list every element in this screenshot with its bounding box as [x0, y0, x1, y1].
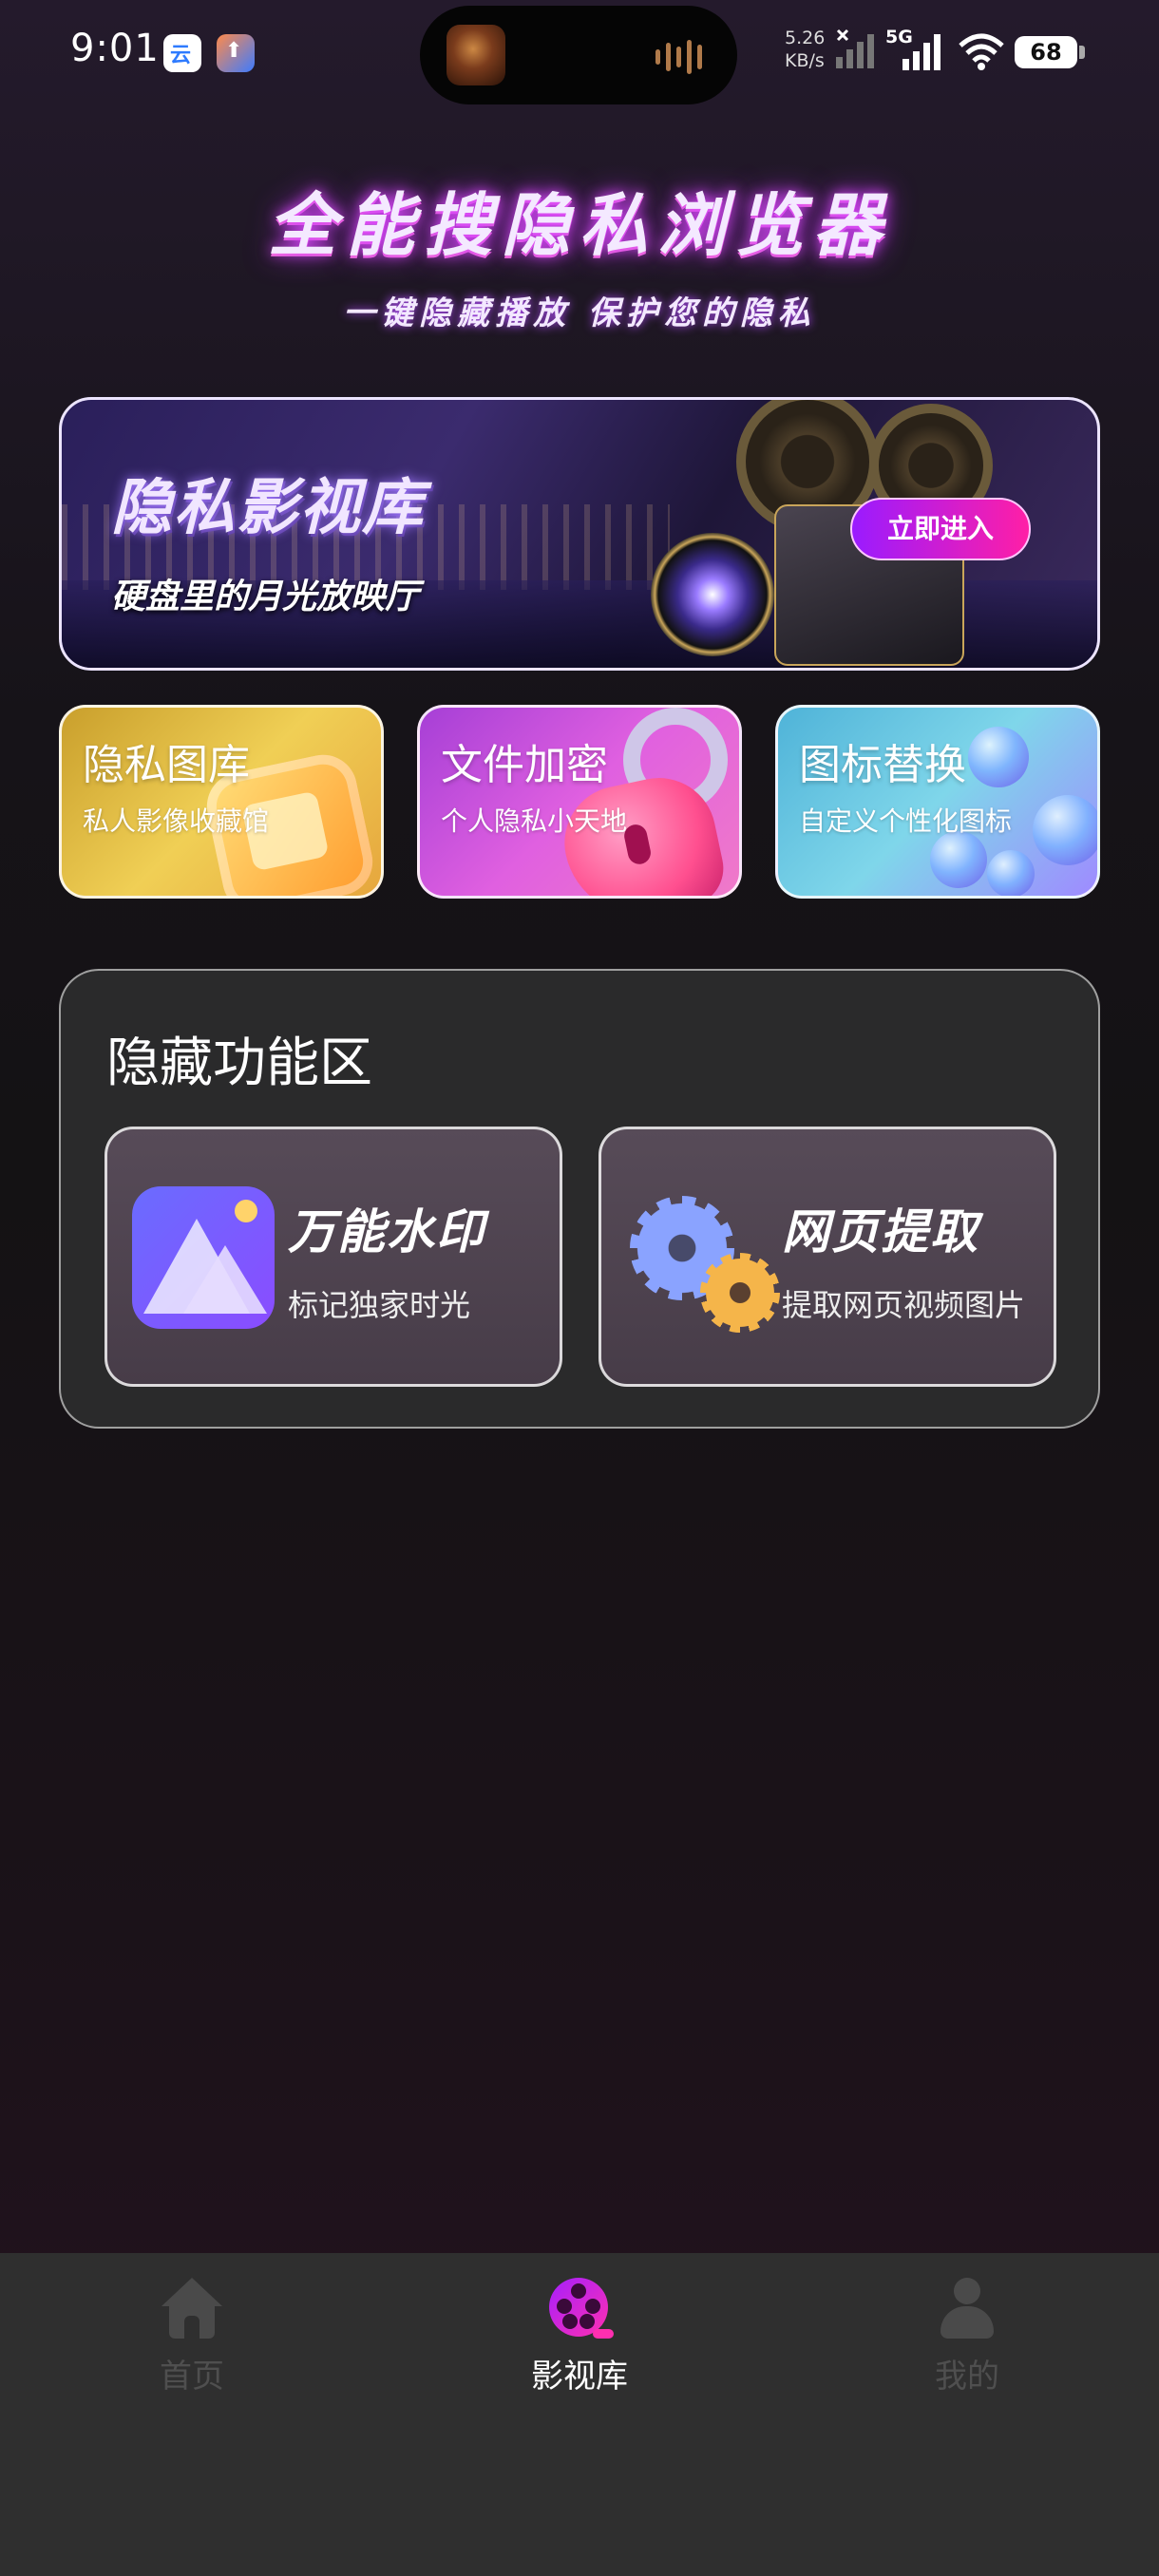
nav-label: 我的	[935, 2358, 999, 2396]
orb-icon	[987, 850, 1035, 896]
card-title: 图标替换	[799, 741, 966, 789]
cloud-app-notification-icon	[163, 34, 201, 72]
panel-title: 隐藏功能区	[106, 1032, 372, 1094]
hidden-features-panel: 隐藏功能区 万能水印 标记独家时光 网页提取 提取网页视频图片	[59, 969, 1100, 1429]
user-icon	[937, 2278, 998, 2339]
enter-now-button[interactable]: 立即进入	[850, 498, 1031, 560]
media-thumbnail	[446, 25, 505, 85]
nav-home[interactable]: 首页	[87, 2278, 296, 2401]
tool-title: 万能水印	[288, 1204, 485, 1260]
card-title: 文件加密	[441, 741, 608, 789]
private-gallery-card[interactable]: 隐私图库 私人影像收藏馆	[59, 705, 384, 899]
watermark-icon	[132, 1186, 275, 1329]
web-extract-button[interactable]: 网页提取 提取网页视频图片	[598, 1127, 1056, 1387]
battery-icon: 68	[1015, 36, 1085, 68]
app-subtitle: 一键隐藏播放 保护您的隐私	[343, 294, 816, 332]
banner-subtitle: 硬盘里的月光放映厅	[111, 578, 420, 616]
file-encryption-card[interactable]: 文件加密 个人隐私小天地	[417, 705, 742, 899]
bottom-nav: 首页 影视库 我的	[0, 2253, 1159, 2576]
nav-film-library[interactable]: 影视库	[475, 2278, 684, 2401]
app-title: 全能搜隐私浏览器	[267, 185, 891, 265]
wifi-icon	[959, 33, 1004, 70]
status-bar: 9:01 5.26 KB/s 5G 68	[0, 0, 1159, 104]
tool-subtitle: 提取网页视频图片	[782, 1287, 1026, 1323]
orb-icon	[968, 727, 1029, 787]
no-signal-icon	[836, 28, 874, 68]
nav-me[interactable]: 我的	[863, 2278, 1072, 2401]
gear-small-icon	[700, 1253, 780, 1333]
tool-subtitle: 标记独家时光	[288, 1287, 471, 1323]
icon-replacement-card[interactable]: 图标替换 自定义个性化图标	[775, 705, 1100, 899]
card-subtitle: 个人隐私小天地	[441, 805, 628, 837]
privacy-theater-banner[interactable]: 隐私影视库 硬盘里的月光放映厅 立即进入	[59, 397, 1100, 671]
dynamic-island[interactable]	[420, 6, 737, 104]
feature-cards: 隐私图库 私人影像收藏馆 文件加密 个人隐私小天地 图标替换 自定义个性化图标	[59, 705, 1100, 899]
card-title: 隐私图库	[83, 741, 250, 789]
film-reel-icon	[549, 2278, 614, 2339]
upload-app-notification-icon	[217, 34, 255, 72]
tool-title: 网页提取	[782, 1204, 979, 1260]
status-time: 9:01	[70, 27, 160, 70]
signal-strength-icon	[902, 34, 940, 70]
nav-label: 影视库	[531, 2358, 628, 2396]
card-subtitle: 私人影像收藏馆	[83, 805, 270, 837]
home-icon	[162, 2278, 222, 2339]
nav-label: 首页	[160, 2358, 224, 2396]
banner-title: 隐私影视库	[111, 473, 425, 543]
orb-icon	[930, 831, 987, 888]
orb-icon	[1033, 795, 1097, 865]
audio-waveform-icon	[656, 38, 709, 76]
universal-watermark-button[interactable]: 万能水印 标记独家时光	[104, 1127, 562, 1387]
card-subtitle: 自定义个性化图标	[799, 805, 1013, 837]
projector-lens	[651, 533, 774, 656]
network-speed: 5.26 KB/s	[785, 28, 826, 71]
